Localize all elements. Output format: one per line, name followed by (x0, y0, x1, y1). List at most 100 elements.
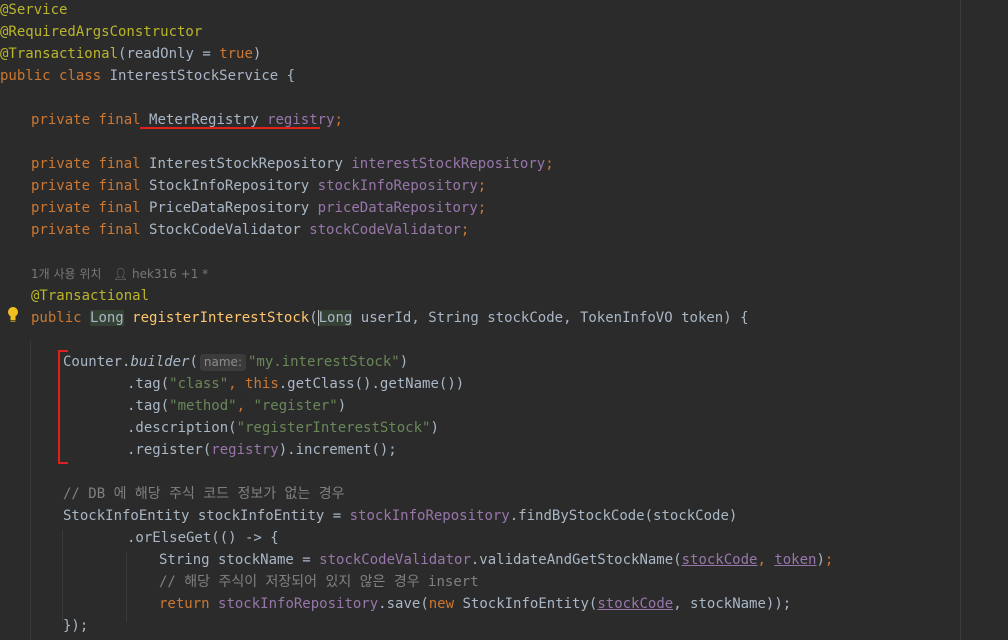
code-line: @RequiredArgsConstructor (0, 21, 202, 43)
method-call: .description( (127, 420, 237, 436)
keyword: final (98, 222, 141, 238)
keyword: this (245, 376, 279, 392)
code-line: @Service (0, 0, 67, 21)
method-call: .validateAndGetStockName( (470, 552, 682, 568)
type-name: String (428, 310, 479, 326)
keyword: private (31, 222, 91, 238)
code-line: .description("registerInterestStock") (127, 420, 439, 436)
code-line: return stockInfoRepository.save(new Stoc… (159, 593, 791, 615)
method-call: ).increment(); (278, 442, 397, 458)
annotation-param: readOnly (126, 46, 194, 62)
keyword: final (98, 112, 141, 128)
keyword: final (98, 200, 141, 216)
code-line: private final StockInfoRepository stockI… (31, 178, 487, 194)
method-call: .findByStockCode(stockCode) (509, 508, 738, 524)
type-name: InterestStockRepository (149, 156, 343, 172)
captured-variable: token (774, 552, 817, 568)
field-name: priceDataRepository (317, 200, 478, 216)
method-call: .save( (378, 596, 429, 612)
code-vision-hint[interactable]: 1개 사용 위치 👤︎ hek316 +1 * (31, 263, 208, 285)
string-literal: "my.interestStock" (247, 354, 400, 370)
string-literal: "method" (169, 398, 237, 414)
type-name: PriceDataRepository (149, 200, 310, 216)
keyword: public (31, 310, 82, 326)
method-call: .tag( (127, 376, 170, 392)
indent-guide (62, 530, 63, 622)
method-call: .orElseGet(() -> { (127, 530, 279, 546)
keyword: private (31, 156, 91, 172)
keyword: private (31, 178, 91, 194)
string-literal: "registerInterestStock" (236, 420, 431, 436)
code-line: @Transactional(readOnly = true) (0, 46, 262, 62)
code-line: private final PriceDataRepository priceD… (31, 200, 487, 216)
annotation: @Transactional (31, 288, 150, 304)
type-name: Long (90, 310, 124, 326)
field-name: stockInfoRepository (317, 178, 478, 194)
type-name: StockCodeValidator (149, 222, 301, 238)
indent-guide (126, 552, 127, 622)
class-name: InterestStockService (109, 68, 279, 84)
author-icon: 👤︎ (112, 267, 129, 281)
keyword: final (98, 156, 141, 172)
param: token) { (672, 310, 749, 326)
field-name: stockInfoRepository (218, 596, 379, 612)
code-line: Counter.builder(name: "my.interestStock") (63, 354, 409, 371)
variable: stockInfoEntity = (189, 508, 350, 524)
keyword: true (219, 46, 253, 62)
keyword: return (159, 596, 210, 612)
method-name: registerInterestStock (132, 310, 310, 326)
annotation: @Service (0, 2, 68, 18)
field-name: interestStockRepository (351, 156, 546, 172)
type-name: MeterRegistry (149, 112, 259, 128)
method-call: .register( (127, 442, 212, 458)
field-name: stockCodeValidator (319, 552, 471, 568)
captured-variable: stockCode (597, 596, 674, 612)
code-line: private final InterestStockRepository in… (31, 156, 554, 172)
indent-guide (30, 340, 31, 640)
param: stockCode, (478, 310, 580, 326)
code-line: @Transactional (31, 285, 149, 307)
keyword: new (428, 596, 455, 612)
code-line: public class InterestStockService { (0, 68, 296, 84)
code-line: private final StockCodeValidator stockCo… (31, 222, 470, 238)
string-literal: "class" (169, 376, 229, 392)
param: , stockName)); (673, 596, 792, 612)
code-line: .register(registry).increment(); (127, 439, 397, 461)
method-call: .tag( (127, 398, 170, 414)
type-name: Long (317, 310, 353, 326)
usage-count-hint[interactable]: 1개 사용 위치 (31, 267, 101, 281)
field-name: registry (267, 112, 335, 128)
field-name: stockCodeValidator (309, 222, 461, 238)
captured-variable: stockCode (681, 552, 758, 568)
field-name: stockInfoRepository (349, 508, 510, 524)
code-line: public Long registerInterestStock(Long u… (31, 310, 749, 326)
code-line: }); (63, 615, 88, 637)
comment: // 해당 주식이 저장되어 있지 않은 경우 insert (159, 574, 479, 590)
code-line: String stockName = stockCodeValidator.va… (159, 552, 834, 568)
keyword: class (59, 68, 102, 84)
code-line: .tag("class", this.getClass().getName()) (127, 376, 465, 392)
closing-brace: }); (63, 618, 89, 634)
param: userId, (352, 310, 429, 326)
code-line: .orElseGet(() -> { (127, 527, 279, 549)
code-line: // 해당 주식이 저장되어 있지 않은 경우 insert (159, 571, 479, 593)
operator: = (193, 46, 220, 62)
keyword: private (31, 112, 91, 128)
constructor-call: StockInfoEntity( (454, 596, 598, 612)
annotation: @RequiredArgsConstructor (0, 24, 203, 40)
method-call: .getClass().getName()) (278, 376, 465, 392)
type-name: StockInfoEntity (63, 508, 190, 524)
keyword: final (98, 178, 141, 194)
code-line: // DB 에 해당 주식 코드 정보가 없는 경우 (63, 483, 344, 505)
type-name: String (159, 552, 210, 568)
method-call: builder (130, 354, 190, 370)
field-name: registry (211, 442, 279, 458)
red-underline-annotation (140, 127, 320, 129)
lightbulb-icon[interactable] (6, 306, 20, 324)
keyword: private (31, 200, 91, 216)
variable: stockName = (209, 552, 320, 568)
class-name: Counter (63, 354, 123, 370)
comment: // DB 에 해당 주식 코드 정보가 없는 경우 (63, 486, 345, 502)
author-hint[interactable]: hek316 +1 * (132, 267, 208, 281)
keyword: public (0, 68, 51, 84)
